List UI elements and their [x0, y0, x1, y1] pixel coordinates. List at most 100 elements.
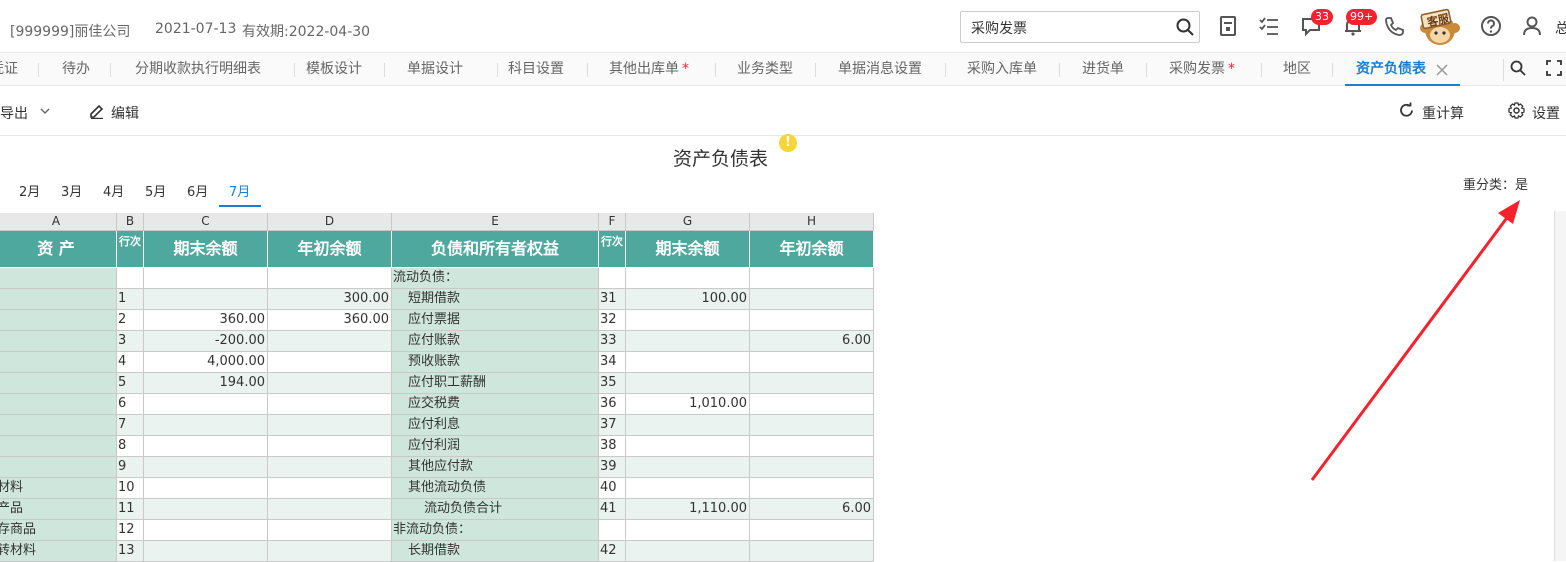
- search-input[interactable]: [971, 18, 1171, 38]
- table-cell-c[interactable]: [144, 436, 268, 457]
- table-cell-d[interactable]: [268, 541, 392, 562]
- table-cell-d[interactable]: [268, 352, 392, 373]
- table-cell-b[interactable]: 5: [117, 373, 144, 394]
- table-cell-h[interactable]: [750, 478, 874, 499]
- table-cell-g[interactable]: [626, 436, 750, 457]
- table-cell-b[interactable]: 1: [117, 289, 144, 310]
- table-cell-e[interactable]: 其他应付款: [392, 457, 599, 478]
- column-letter-header[interactable]: E: [392, 213, 599, 231]
- table-cell-a[interactable]: 转材料: [0, 541, 117, 562]
- table-cell-g[interactable]: [626, 415, 750, 436]
- user-name[interactable]: 总: [1555, 18, 1566, 38]
- column-letter-header[interactable]: H: [750, 213, 874, 231]
- table-cell-d[interactable]: [268, 520, 392, 541]
- table-cell-g[interactable]: [626, 520, 750, 541]
- table-cell-g[interactable]: [626, 541, 750, 562]
- table-cell-b[interactable]: 9: [117, 457, 144, 478]
- table-cell-d[interactable]: 300.00: [268, 289, 392, 310]
- table-cell-f[interactable]: 40: [599, 478, 626, 499]
- table-cell-b[interactable]: 6: [117, 394, 144, 415]
- tab-purchase-inbound[interactable]: 采购入库单: [967, 53, 1037, 86]
- table-cell-g[interactable]: 1,010.00: [626, 394, 750, 415]
- export-button[interactable]: 导出: [0, 103, 50, 123]
- table-cell-a[interactable]: [0, 436, 117, 457]
- tab-template-design[interactable]: 模板设计: [306, 53, 362, 86]
- table-cell-d[interactable]: [268, 415, 392, 436]
- user-icon[interactable]: [1521, 15, 1543, 37]
- table-cell-e[interactable]: 预收账款: [392, 352, 599, 373]
- recalculate-button[interactable]: 重计算: [1398, 102, 1464, 123]
- table-cell-b[interactable]: 8: [117, 436, 144, 457]
- search-icon[interactable]: [1176, 18, 1194, 36]
- table-cell-h[interactable]: [750, 394, 874, 415]
- table-cell-a[interactable]: 材料: [0, 478, 117, 499]
- table-cell-f[interactable]: 31: [599, 289, 626, 310]
- search-box[interactable]: [960, 11, 1200, 43]
- vertical-scrollbar[interactable]: [1554, 211, 1566, 561]
- tab-purchase-invoice[interactable]: 采购发票 *: [1169, 53, 1235, 86]
- table-cell-a[interactable]: [0, 373, 117, 394]
- table-cell-d[interactable]: [268, 268, 392, 289]
- table-cell-h[interactable]: 6.00: [750, 331, 874, 352]
- table-cell-e[interactable]: 应付票据: [392, 310, 599, 331]
- table-cell-h[interactable]: [750, 457, 874, 478]
- table-cell-d[interactable]: [268, 478, 392, 499]
- table-cell-c[interactable]: [144, 268, 268, 289]
- table-cell-b[interactable]: 2: [117, 310, 144, 331]
- table-cell-e[interactable]: 长期借款: [392, 541, 599, 562]
- table-cell-h[interactable]: [750, 268, 874, 289]
- table-cell-b[interactable]: 12: [117, 520, 144, 541]
- table-cell-d[interactable]: [268, 331, 392, 352]
- table-cell-a[interactable]: [0, 352, 117, 373]
- table-cell-e[interactable]: 应付利润: [392, 436, 599, 457]
- table-cell-h[interactable]: [750, 310, 874, 331]
- column-letter-header[interactable]: A: [0, 213, 117, 231]
- table-cell-b[interactable]: [117, 268, 144, 289]
- table-cell-a[interactable]: [0, 394, 117, 415]
- table-cell-h[interactable]: [750, 289, 874, 310]
- table-cell-h[interactable]: [750, 352, 874, 373]
- table-cell-f[interactable]: 38: [599, 436, 626, 457]
- phone-icon[interactable]: [1383, 15, 1405, 37]
- table-cell-g[interactable]: [626, 478, 750, 499]
- table-cell-d[interactable]: [268, 457, 392, 478]
- table-cell-h[interactable]: [750, 373, 874, 394]
- customer-service-mascot[interactable]: 客服: [1416, 6, 1464, 48]
- table-cell-c[interactable]: [144, 499, 268, 520]
- table-cell-g[interactable]: 100.00: [626, 289, 750, 310]
- table-cell-h[interactable]: [750, 415, 874, 436]
- table-cell-e[interactable]: 应付职工薪酬: [392, 373, 599, 394]
- table-cell-c[interactable]: [144, 415, 268, 436]
- table-cell-e[interactable]: 流动负债合计: [392, 499, 599, 520]
- table-cell-g[interactable]: [626, 457, 750, 478]
- table-cell-g[interactable]: [626, 268, 750, 289]
- table-cell-a[interactable]: [0, 310, 117, 331]
- table-cell-a[interactable]: 存商品: [0, 520, 117, 541]
- table-cell-f[interactable]: 32: [599, 310, 626, 331]
- help-icon[interactable]: [1480, 15, 1502, 37]
- table-cell-f[interactable]: [599, 268, 626, 289]
- tab-todo[interactable]: 待办: [62, 53, 90, 86]
- tab-account-settings[interactable]: 科目设置: [508, 53, 564, 86]
- tab-receiving[interactable]: 进货单: [1082, 53, 1124, 86]
- month-tab[interactable]: 6月: [187, 181, 208, 200]
- month-tab[interactable]: 3月: [61, 181, 82, 200]
- column-letter-header[interactable]: D: [268, 213, 392, 231]
- table-cell-c[interactable]: [144, 457, 268, 478]
- company-name[interactable]: [999999]丽佳公司: [10, 21, 130, 41]
- table-cell-f[interactable]: 36: [599, 394, 626, 415]
- table-cell-a[interactable]: [0, 268, 117, 289]
- table-cell-h[interactable]: [750, 520, 874, 541]
- table-cell-a[interactable]: [0, 457, 117, 478]
- table-cell-f[interactable]: [599, 520, 626, 541]
- tab-document-design[interactable]: 单据设计: [407, 53, 463, 86]
- tab-search-icon[interactable]: [1510, 60, 1526, 76]
- table-cell-c[interactable]: [144, 520, 268, 541]
- table-cell-a[interactable]: [0, 289, 117, 310]
- table-cell-b[interactable]: 4: [117, 352, 144, 373]
- tab-region[interactable]: 地区: [1283, 53, 1311, 86]
- table-cell-d[interactable]: [268, 394, 392, 415]
- table-cell-c[interactable]: 194.00: [144, 373, 268, 394]
- table-cell-c[interactable]: -200.00: [144, 331, 268, 352]
- close-tab-icon[interactable]: [1436, 64, 1448, 76]
